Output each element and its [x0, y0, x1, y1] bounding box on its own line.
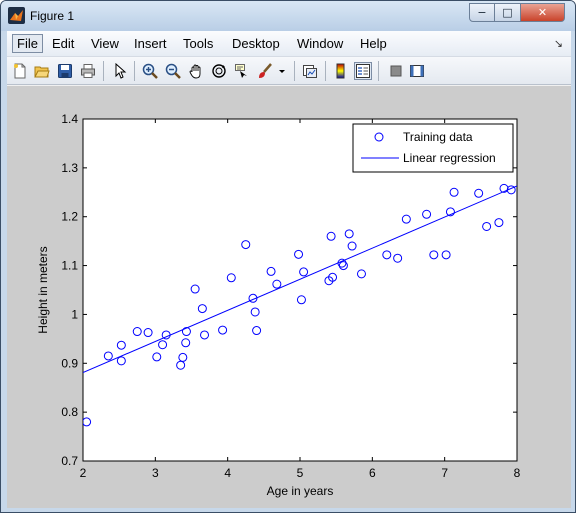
pan-hand-icon[interactable]: [187, 62, 205, 80]
data-point: [116, 356, 126, 366]
x-tick-label: 5: [297, 466, 304, 480]
data-point: [401, 214, 411, 224]
menu-window[interactable]: Window: [293, 35, 347, 54]
window-client-area: File Edit View Insert Tools Desktop Wind…: [7, 31, 571, 508]
data-point: [347, 241, 357, 251]
x-tick-label: 3: [152, 466, 159, 480]
y-tick-label: 0.8: [61, 405, 78, 419]
data-point: [299, 267, 309, 277]
data-point: [266, 266, 276, 276]
data-point: [338, 261, 348, 271]
data-point: [218, 325, 228, 335]
hide-plot-tools-icon[interactable]: [387, 62, 405, 80]
data-point: [116, 340, 126, 350]
data-point: [152, 352, 162, 362]
menu-bar: File Edit View Insert Tools Desktop Wind…: [7, 31, 571, 57]
data-point: [83, 417, 92, 427]
data-point: [356, 269, 366, 279]
data-point: [344, 229, 354, 239]
data-point: [178, 352, 188, 362]
data-point: [429, 250, 439, 260]
zoom-in-icon[interactable]: [141, 62, 159, 80]
data-point: [296, 295, 306, 305]
data-point: [197, 304, 207, 314]
print-icon[interactable]: [79, 62, 97, 80]
title-bar[interactable]: Figure 1 − □ ✕: [1, 1, 575, 31]
data-point: [393, 253, 403, 263]
data-point: [226, 273, 236, 283]
x-tick-label: 6: [369, 466, 376, 480]
close-button[interactable]: ✕: [521, 3, 565, 22]
menu-help[interactable]: Help: [356, 35, 391, 54]
y-axis-label: Height in meters: [36, 246, 50, 333]
data-point: [294, 249, 304, 259]
x-tick-label: 2: [80, 466, 87, 480]
data-point: [382, 250, 392, 260]
open-file-icon[interactable]: [33, 62, 51, 80]
data-point: [326, 231, 336, 241]
maximize-button[interactable]: □: [495, 3, 521, 22]
data-point: [252, 326, 262, 336]
zoom-out-icon[interactable]: [164, 62, 182, 80]
data-point: [158, 340, 168, 350]
y-tick-label: 1.4: [61, 112, 78, 126]
x-axis-label: Age in years: [267, 484, 334, 498]
menu-view[interactable]: View: [87, 35, 123, 54]
legend-label-regression: Linear regression: [403, 151, 496, 165]
rotate-3d-icon[interactable]: [210, 62, 228, 80]
edit-plot-arrow-icon[interactable]: [111, 62, 129, 80]
data-point: [132, 327, 142, 337]
data-cursor-icon[interactable]: [233, 62, 251, 80]
data-point: [181, 327, 191, 337]
new-figure-icon[interactable]: [11, 62, 29, 80]
scatter-plot: 2 3 4 5 6 7 8 0.7 0.8 0.9 1 1.1 1.2 1.3 1.4 Age in year…: [36, 112, 521, 498]
menubar-dock-arrow-icon[interactable]: ↘: [554, 37, 563, 50]
data-point: [449, 187, 459, 197]
y-tick-label: 1.1: [61, 259, 78, 273]
regression-line: [83, 185, 517, 374]
data-point: [250, 307, 260, 317]
x-tick-label: 4: [224, 466, 231, 480]
menu-insert[interactable]: Insert: [130, 35, 171, 54]
brush-icon[interactable]: [256, 62, 274, 80]
data-point: [176, 360, 186, 370]
save-icon[interactable]: [56, 62, 74, 80]
legend-icon[interactable]: [354, 62, 372, 80]
menu-desktop[interactable]: Desktop: [228, 35, 284, 54]
data-point: [181, 338, 191, 348]
legend-label-training: Training data: [403, 130, 473, 144]
window-title: Figure 1: [30, 9, 75, 23]
figure-canvas: 2 3 4 5 6 7 8 0.7 0.8 0.9 1 1.1 1.2 1.3 1.4 Age in year…: [7, 86, 571, 508]
matlab-logo-icon: [8, 7, 25, 24]
data-point: [200, 330, 210, 340]
data-point: [190, 284, 200, 294]
y-tick-label: 1.2: [61, 210, 78, 224]
menu-tools[interactable]: Tools: [179, 35, 217, 54]
x-tick-label: 8: [514, 466, 521, 480]
figure-toolbar: [7, 57, 571, 85]
data-point: [241, 240, 251, 250]
y-tick-label: 1.3: [61, 161, 78, 175]
menu-edit[interactable]: Edit: [48, 35, 78, 54]
data-point: [482, 221, 492, 231]
brush-dropdown-icon[interactable]: [277, 62, 287, 80]
figure-window: Figure 1 − □ ✕ File Edit View Insert Too…: [0, 0, 576, 513]
minimize-button[interactable]: −: [469, 3, 495, 22]
data-point: [441, 250, 451, 260]
menu-file[interactable]: File: [12, 34, 43, 53]
y-tick-label: 0.9: [61, 356, 78, 370]
data-point: [103, 351, 113, 361]
x-tick-label: 7: [441, 466, 448, 480]
y-tick-label: 1: [71, 307, 78, 321]
data-point: [494, 218, 504, 228]
plot-data-group: [83, 163, 517, 427]
link-plot-icon[interactable]: [301, 62, 319, 80]
data-point: [422, 209, 432, 219]
data-point: [272, 279, 282, 289]
y-tick-label: 0.7: [61, 454, 78, 468]
show-plot-tools-icon[interactable]: [408, 62, 426, 80]
data-point: [143, 328, 153, 338]
colorbar-icon[interactable]: [332, 62, 350, 80]
data-point: [474, 188, 484, 198]
